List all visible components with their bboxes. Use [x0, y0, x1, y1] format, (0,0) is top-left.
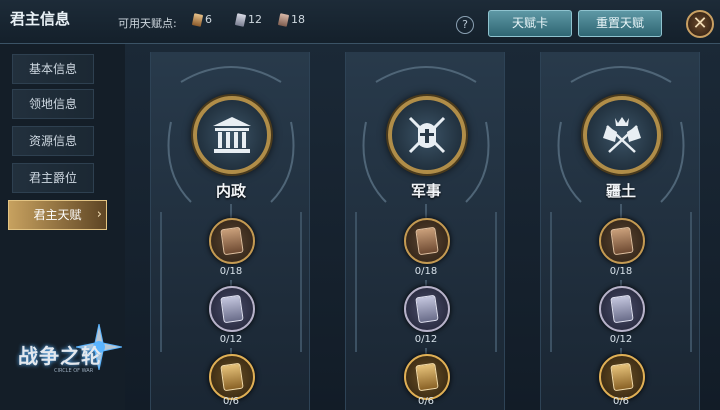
card-count: 0/6: [222, 396, 240, 407]
copper-points-value: 18: [291, 13, 305, 26]
card-count: 0/6: [417, 396, 435, 407]
talent-emblem-military[interactable]: [388, 96, 466, 174]
talent-emblem-territory[interactable]: [583, 96, 661, 174]
chevron-right-icon: ›: [96, 207, 102, 222]
card-count: 0/12: [414, 334, 438, 345]
silver-points-value: 12: [248, 13, 262, 26]
talent-points-label: 可用天赋点:: [118, 17, 177, 30]
silver-point-icon: [234, 12, 247, 27]
card-silver-icon: [610, 294, 634, 324]
card-count: 0/12: [609, 334, 633, 345]
crossed-swords-helmet-icon: [408, 116, 446, 154]
close-icon[interactable]: ✕: [686, 10, 714, 38]
talent-area: 内政 0/18 0/12 0/6 军事 0/18 0/12 0/6 疆土 0/1…: [125, 44, 720, 410]
logo-text: 战争之轮: [18, 344, 102, 368]
talent-column-domestic: 内政 0/18 0/12 0/6: [150, 52, 310, 410]
connector: [425, 204, 427, 218]
bronze-point-icon: [191, 12, 204, 27]
talent-card-silver[interactable]: [599, 286, 645, 332]
reset-talent-button[interactable]: 重置天赋: [578, 10, 662, 37]
sidebar-item-basic-info[interactable]: 基本信息: [12, 54, 94, 84]
card-gold-icon: [610, 362, 634, 392]
sidebar-item-lord-talent[interactable]: 君主天赋 ›: [8, 200, 107, 230]
card-count: 0/12: [219, 334, 243, 345]
talent-card-bronze[interactable]: [209, 218, 255, 264]
talent-card-gold[interactable]: [209, 354, 255, 400]
bronze-points: 6: [191, 12, 212, 27]
sidebar-item-lord-rank[interactable]: 君主爵位: [12, 163, 94, 193]
top-bar: 君主信息 可用天赋点: 6 12 18 ? 天赋卡 重置天赋 ✕: [0, 0, 720, 44]
card-bronze-icon: [220, 226, 244, 256]
talent-card-gold[interactable]: [599, 354, 645, 400]
talent-name: 内政: [215, 182, 246, 200]
bronze-points-value: 6: [205, 13, 212, 26]
crown-flags-icon: [603, 117, 641, 153]
page-title: 君主信息: [10, 10, 71, 28]
sidebar-item-resource-info[interactable]: 资源信息: [12, 126, 94, 156]
card-count: 0/18: [219, 266, 243, 277]
copper-points: 18: [277, 12, 305, 27]
sidebar-item-label: 君主天赋: [33, 208, 82, 222]
logo-subtext: CIRCLE OF WAR: [54, 368, 94, 374]
card-gold-icon: [220, 362, 244, 392]
card-bronze-icon: [610, 226, 634, 256]
talent-name: 军事: [410, 182, 441, 200]
card-silver-icon: [415, 294, 439, 324]
talent-card-gold[interactable]: [404, 354, 450, 400]
game-logo: 战争之轮 CIRCLE OF WAR: [14, 322, 129, 394]
temple-icon: [213, 117, 251, 153]
talent-column-territory: 疆土 0/18 0/12 0/6: [540, 52, 700, 410]
card-count: 0/18: [609, 266, 633, 277]
connector: [620, 204, 622, 218]
card-bronze-icon: [415, 226, 439, 256]
copper-point-icon: [277, 12, 290, 27]
card-gold-icon: [415, 362, 439, 392]
sidebar-item-territory-info[interactable]: 领地信息: [12, 89, 94, 119]
help-icon[interactable]: ?: [456, 16, 474, 34]
card-silver-icon: [220, 294, 244, 324]
talent-card-button[interactable]: 天赋卡: [488, 10, 572, 37]
talent-card-silver[interactable]: [209, 286, 255, 332]
card-count: 0/18: [414, 266, 438, 277]
talent-emblem-domestic[interactable]: [193, 96, 271, 174]
silver-points: 12: [234, 12, 262, 27]
connector: [230, 204, 232, 218]
talent-card-silver[interactable]: [404, 286, 450, 332]
talent-column-military: 军事 0/18 0/12 0/6: [345, 52, 505, 410]
talent-card-bronze[interactable]: [599, 218, 645, 264]
talent-name: 疆土: [605, 182, 636, 200]
card-count: 0/6: [612, 396, 630, 407]
talent-card-bronze[interactable]: [404, 218, 450, 264]
